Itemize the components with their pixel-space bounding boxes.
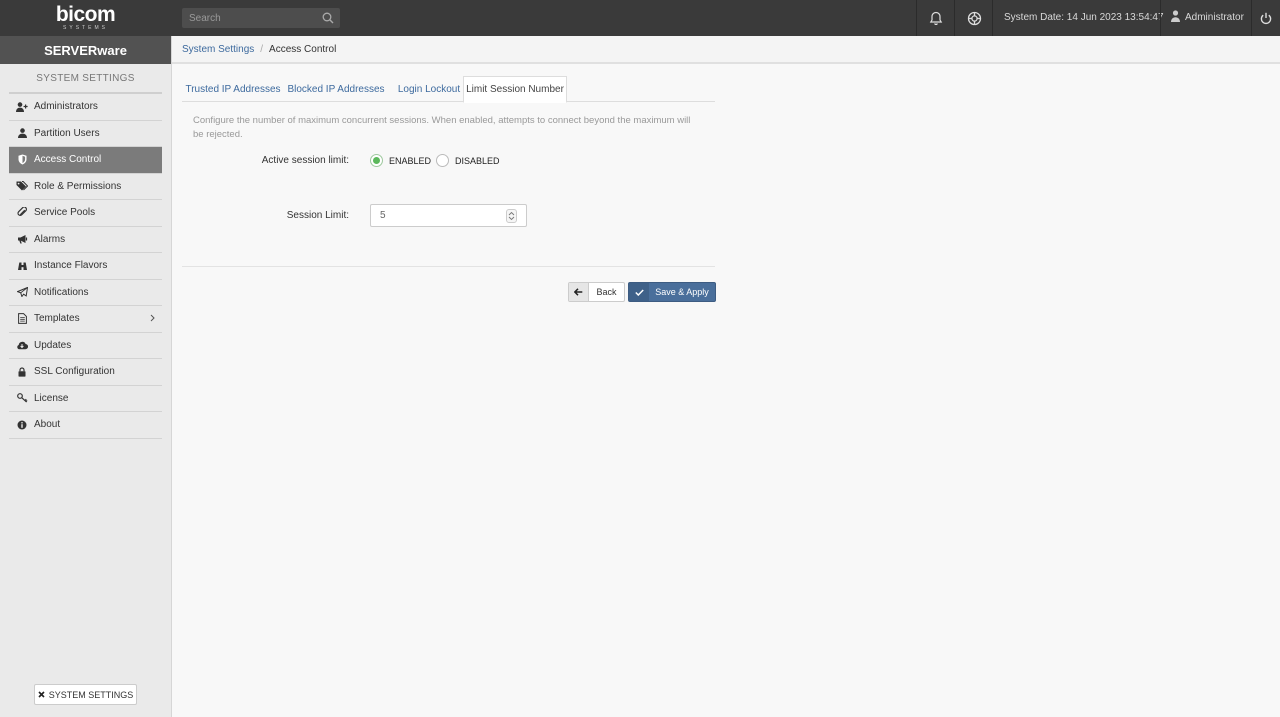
sidebar-item-license[interactable]: License	[9, 386, 162, 412]
shield-icon	[16, 154, 28, 166]
logo-subtext: SYSTEMS	[63, 25, 108, 31]
product-name: SERVERware	[0, 36, 171, 64]
sidebar-item-label: Administrators	[34, 101, 98, 113]
close-icon	[38, 690, 45, 700]
tab-login-lockout[interactable]: Login Lockout	[390, 76, 468, 102]
sidebar-item-access-control[interactable]: Access Control	[9, 147, 162, 174]
sidebar-item-service-pools[interactable]: Service Pools	[9, 200, 162, 227]
bell-icon[interactable]	[927, 9, 945, 27]
radio-enabled[interactable]: ENABLED	[370, 154, 431, 167]
sidebar-item-role-permissions[interactable]: Role & Permissions	[9, 174, 162, 200]
system-settings-button[interactable]: SYSTEM SETTINGS	[34, 684, 137, 705]
sidebar-item-templates[interactable]: Templates	[9, 306, 162, 333]
divider	[1160, 0, 1161, 36]
sidebar-item-administrators[interactable]: Administrators	[9, 94, 162, 121]
user-icon	[16, 127, 28, 139]
chevron-right-icon	[150, 314, 155, 325]
logo[interactable]: bicom SYSTEMS	[0, 0, 171, 36]
sidebar-item-alarms[interactable]: Alarms	[9, 227, 162, 253]
search-icon[interactable]	[322, 12, 334, 24]
breadcrumb-current: Access Control	[269, 43, 337, 55]
breadcrumb-link[interactable]: System Settings	[182, 44, 254, 55]
tab-trusted-ip[interactable]: Trusted IP Addresses	[182, 76, 284, 102]
sidebar-item-label: Instance Flavors	[34, 260, 108, 272]
megaphone-icon	[16, 233, 28, 245]
tab-bar: Trusted IP Addresses Blocked IP Addresse…	[182, 76, 715, 103]
radio-disabled-label: DISABLED	[455, 155, 500, 166]
tab-blocked-ip[interactable]: Blocked IP Addresses	[286, 76, 386, 102]
key-icon	[16, 392, 28, 404]
system-settings-button-label: SYSTEM SETTINGS	[48, 689, 134, 700]
sidebar-item-ssl-configuration[interactable]: SSL Configuration	[9, 359, 162, 386]
session-limit-label: Session Limit:	[286, 210, 349, 221]
breadcrumb-separator: /	[260, 43, 264, 55]
divider	[954, 0, 955, 36]
sidebar-section-title: SYSTEM SETTINGS	[9, 64, 162, 94]
user-menu[interactable]: Administrator	[1171, 10, 1244, 25]
back-button[interactable]: Back	[568, 282, 625, 302]
divider	[916, 0, 917, 36]
sidebar-item-label: Access Control	[34, 154, 102, 166]
divider	[1251, 0, 1252, 36]
sidebar-item-about[interactable]: About	[9, 412, 162, 439]
active-session-limit-label: Active session limit:	[261, 155, 349, 166]
save-apply-button-label: Save & Apply	[655, 287, 709, 297]
radio-button[interactable]	[436, 154, 449, 167]
user-icon	[1171, 10, 1180, 25]
cloud-download-icon	[16, 339, 28, 351]
sidebar-item-label: Service Pools	[34, 207, 96, 219]
search-input[interactable]	[182, 8, 340, 28]
paper-plane-icon	[16, 286, 28, 298]
document-icon	[16, 313, 28, 325]
breadcrumb: System Settings / Access Control	[172, 36, 1280, 64]
info-icon	[16, 419, 28, 431]
tab-limit-session-number[interactable]: Limit Session Number	[463, 76, 567, 103]
sidebar-item-label: Partition Users	[34, 127, 100, 139]
form-description: Configure the number of maximum concurre…	[193, 115, 691, 140]
back-button-label: Back	[596, 287, 617, 297]
sidebar-item-label: License	[34, 392, 69, 404]
lock-icon	[16, 366, 28, 378]
system-date: System Date: 14 Jun 2023 13:54:47	[1004, 12, 1164, 23]
divider	[992, 0, 993, 36]
sidebar-item-label: SSL Configuration	[34, 366, 115, 378]
radio-button-selected[interactable]	[370, 154, 383, 167]
logo-text: bicom	[55, 3, 116, 26]
sidebar-item-partition-users[interactable]: Partition Users	[9, 121, 162, 147]
pills-icon	[16, 207, 28, 219]
sidebar-item-label: Role & Permissions	[34, 180, 122, 192]
arrow-left-icon	[569, 283, 589, 301]
sidebar-item-label: Updates	[34, 339, 72, 351]
lifebuoy-icon[interactable]	[965, 9, 983, 27]
sidebar-item-instance-flavors[interactable]: Instance Flavors	[9, 253, 162, 280]
sidebar-item-notifications[interactable]: Notifications	[9, 280, 162, 306]
search-box	[182, 8, 340, 28]
radio-disabled[interactable]: DISABLED	[436, 154, 500, 167]
sidebar-item-label: About	[34, 419, 61, 431]
power-icon[interactable]	[1257, 9, 1275, 27]
tags-icon	[16, 180, 28, 192]
user-name: Administrator	[1185, 12, 1244, 23]
sidebar-item-updates[interactable]: Updates	[9, 333, 162, 359]
divider	[182, 266, 715, 267]
save-apply-button[interactable]: Save & Apply	[628, 282, 716, 302]
top-bar: bicom SYSTEMS System Date: 14 Jun 2023 1…	[0, 0, 1280, 36]
sidebar-item-label: Alarms	[34, 233, 66, 245]
sidebar: SERVERware SYSTEM SETTINGS Administrator…	[0, 36, 172, 717]
radio-enabled-label: ENABLED	[389, 155, 432, 166]
sidebar-item-label: Notifications	[34, 286, 89, 298]
check-icon	[629, 283, 649, 301]
session-limit-input[interactable]: 5	[370, 204, 527, 227]
sidebar-item-label: Templates	[34, 313, 80, 325]
session-limit-value: 5	[380, 210, 386, 221]
user-plus-icon	[16, 101, 28, 113]
binoculars-icon	[16, 260, 28, 272]
number-spinner[interactable]	[506, 209, 517, 223]
